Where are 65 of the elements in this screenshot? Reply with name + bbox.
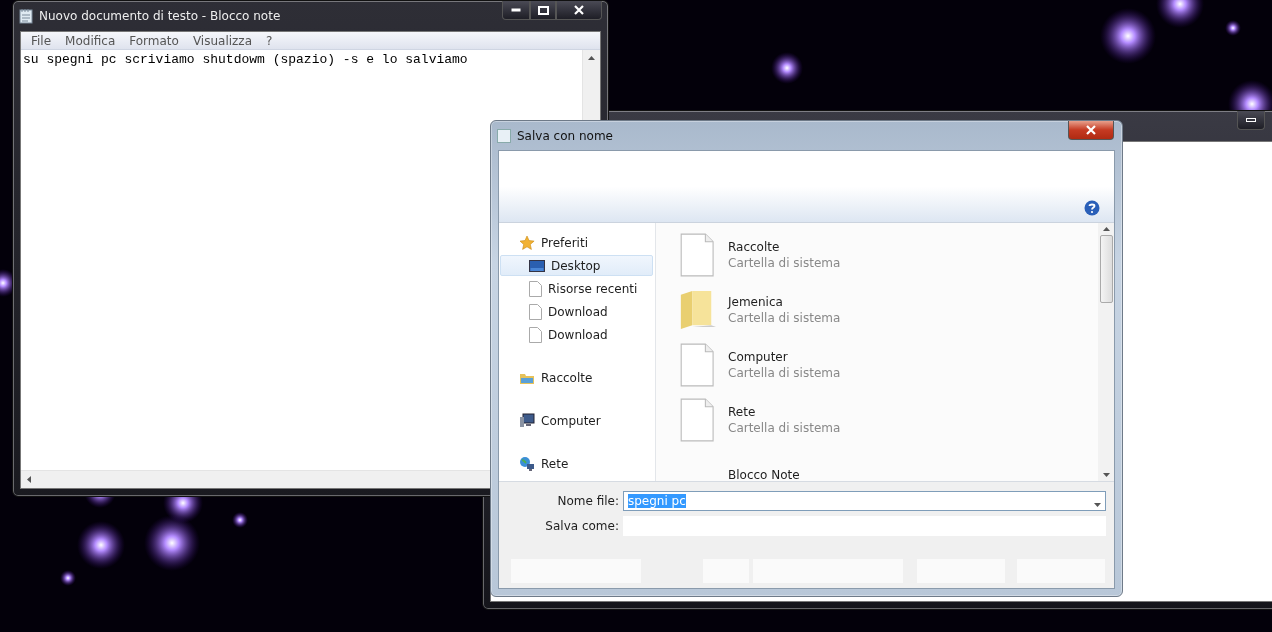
help-icon[interactable] (1084, 200, 1100, 216)
nav-label: Computer (541, 413, 601, 428)
document-icon (679, 343, 715, 387)
nav-label: Raccolte (541, 370, 593, 385)
menu-item[interactable]: Modifica (59, 32, 122, 49)
nav-item[interactable]: Computer (500, 410, 653, 431)
nav-label: Desktop (551, 258, 601, 273)
item-name[interactable]: Raccolte (728, 240, 841, 254)
caret-icon (588, 56, 595, 60)
field-label: Nome file: (556, 494, 619, 508)
close-button[interactable] (556, 1, 602, 20)
nav-label: Download (548, 327, 608, 342)
window-title: Salva con nome (517, 128, 613, 143)
close-icon (1086, 125, 1096, 135)
nav-item[interactable]: Download (500, 301, 653, 322)
nav-item[interactable]: Risorse recenti (500, 278, 653, 299)
nav-label: Preferiti (541, 235, 588, 250)
nav-label: Download (548, 304, 608, 319)
minimize-icon (1246, 118, 1256, 122)
star-icon (519, 234, 535, 251)
document-icon (679, 398, 715, 442)
item-name[interactable]: Blocco Note (728, 468, 800, 481)
nav-label: Rete (541, 456, 569, 471)
computer-icon (519, 413, 535, 428)
menu-item[interactable]: File (25, 32, 58, 49)
field-label: Salva come: (544, 519, 619, 533)
item-type: Cartella di sistema (728, 366, 841, 380)
document-icon (529, 303, 542, 320)
document-icon (679, 233, 715, 277)
nav-item[interactable]: Desktop (500, 255, 653, 276)
notepad-icon (19, 8, 33, 24)
menu-item[interactable]: Formato (123, 32, 185, 49)
scroll-thumb[interactable] (1099, 235, 1113, 303)
item-name[interactable]: Computer (728, 350, 841, 364)
nav-item[interactable]: Rete (500, 453, 653, 474)
close-button[interactable] (1068, 121, 1114, 140)
caret-icon (1102, 473, 1110, 477)
window-icon (497, 128, 511, 143)
maximize-button[interactable] (530, 1, 556, 20)
nav-item[interactable]: Download (500, 324, 653, 345)
menu-item[interactable]: Visualizza (186, 32, 258, 49)
item-type: Cartella di sistema (728, 311, 841, 325)
folder-icon (678, 288, 716, 332)
minimize-button[interactable] (502, 1, 530, 20)
desktop-icon (529, 259, 545, 272)
window-title: Nuovo documento di testo - Blocco note (39, 9, 281, 23)
nav-item[interactable]: Raccolte (500, 367, 653, 388)
minimize-button[interactable] (1237, 111, 1265, 130)
document-icon (529, 326, 542, 343)
caret-icon (27, 476, 31, 483)
item-type: Cartella di sistema (728, 256, 841, 270)
menu-item[interactable]: ? (260, 32, 279, 49)
minimize-icon (511, 8, 521, 12)
document-icon (529, 280, 542, 297)
maximize-icon (537, 5, 549, 15)
item-type: Cartella di sistema (728, 421, 841, 435)
item-name[interactable]: Jemenica (728, 295, 841, 309)
scrollbar[interactable] (1098, 223, 1114, 481)
close-icon (574, 5, 584, 15)
network-icon (519, 455, 535, 472)
caret-icon (1102, 227, 1110, 231)
nav-label: Risorse recenti (548, 281, 638, 296)
nav-item[interactable]: Preferiti (500, 232, 653, 253)
item-name[interactable]: Rete (728, 405, 841, 419)
caret-icon (1094, 502, 1101, 507)
